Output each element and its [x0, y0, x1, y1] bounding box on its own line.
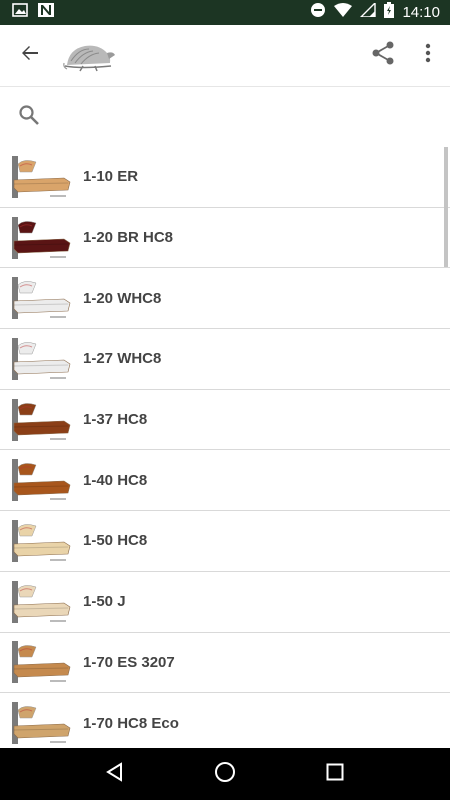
signal-icon — [359, 1, 377, 22]
list-item-label: 1-10 ER — [83, 168, 139, 186]
list-item-label: 1-70 HC8 Eco — [83, 714, 179, 732]
list-item[interactable]: 1-20 WHC8 — [0, 268, 450, 330]
app-toolbar — [0, 25, 450, 87]
dnd-icon — [310, 2, 326, 23]
more-vert-icon — [425, 43, 431, 68]
image-icon — [12, 3, 28, 22]
list-item-label: 1-70 ES 3207 — [83, 653, 175, 671]
battery-icon — [384, 2, 395, 23]
product-list: 1-10 ER 1-20 BR HC8 1-20 WHC8 1-27 WHC8 1-37… — [0, 147, 450, 748]
square-recents-icon — [326, 763, 344, 786]
nav-recents-button[interactable] — [315, 754, 355, 794]
arrow-back-icon — [20, 43, 40, 68]
list-item[interactable]: 1-70 HC8 Eco — [0, 693, 450, 748]
coffin-thumbnail — [8, 577, 74, 627]
triangle-back-icon — [105, 761, 125, 787]
coffin-thumbnail — [8, 213, 74, 263]
search-icon[interactable] — [18, 104, 40, 131]
more-options-button[interactable] — [406, 25, 450, 87]
armadillo-logo — [60, 36, 118, 76]
coffin-thumbnail — [8, 455, 74, 505]
search-input[interactable] — [54, 108, 434, 126]
coffin-thumbnail — [8, 395, 74, 445]
system-nav-bar — [0, 748, 450, 800]
nav-home-button[interactable] — [205, 754, 245, 794]
coffin-thumbnail — [8, 698, 74, 748]
scrollbar[interactable] — [444, 147, 448, 267]
list-item-label: 1-50 J — [83, 593, 126, 611]
list-item[interactable]: 1-37 HC8 — [0, 390, 450, 451]
list-item[interactable]: 1-70 ES 3207 — [0, 633, 450, 694]
nav-back-button[interactable] — [95, 754, 135, 794]
list-item-label: 1-40 HC8 — [83, 471, 148, 489]
list-item[interactable]: 1-27 WHC8 — [0, 329, 450, 390]
list-item-label: 1-20 BR HC8 — [83, 229, 174, 247]
list-item-label: 1-37 HC8 — [83, 411, 148, 429]
list-item-label: 1-20 WHC8 — [83, 289, 162, 307]
list-item-label: 1-27 WHC8 — [83, 350, 162, 368]
circle-home-icon — [214, 761, 236, 788]
coffin-thumbnail — [8, 152, 74, 202]
list-item[interactable]: 1-10 ER — [0, 147, 450, 208]
coffin-thumbnail — [8, 637, 74, 687]
list-item-label: 1-50 HC8 — [83, 532, 148, 550]
coffin-thumbnail — [8, 516, 74, 566]
list-item[interactable]: 1-50 HC8 — [0, 511, 450, 572]
wifi-icon — [334, 3, 353, 22]
share-button[interactable] — [360, 25, 406, 87]
list-item[interactable]: 1-40 HC8 — [0, 450, 450, 512]
status-time: 14:10 — [402, 4, 440, 21]
back-button[interactable] — [0, 25, 60, 87]
share-icon — [370, 40, 396, 71]
search-bar — [0, 88, 450, 146]
list-item[interactable]: 1-20 BR HC8 — [0, 208, 450, 269]
n-icon — [38, 3, 54, 22]
coffin-thumbnail — [8, 334, 74, 384]
list-item[interactable]: 1-50 J — [0, 572, 450, 633]
status-bar: 14:10 — [0, 0, 450, 25]
coffin-thumbnail — [8, 273, 74, 323]
